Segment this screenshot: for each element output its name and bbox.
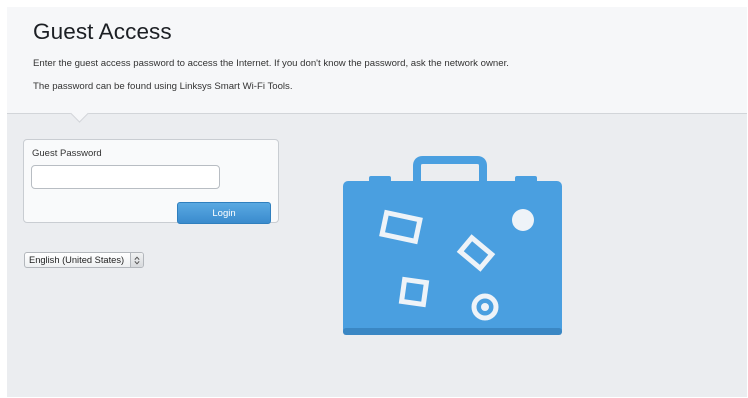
guest-password-label: Guest Password [32, 148, 102, 159]
page-hint: The password can be found using Linksys … [33, 81, 293, 92]
login-button[interactable]: Login [177, 202, 271, 224]
suitcase-icon [343, 152, 565, 347]
page-description: Enter the guest access password to acces… [33, 58, 509, 69]
guest-access-page: Guest Access Enter the guest access pass… [7, 7, 747, 397]
language-select[interactable]: English (United States) [24, 252, 145, 268]
page-header: Guest Access Enter the guest access pass… [7, 7, 747, 114]
page-title: Guest Access [33, 19, 172, 44]
guest-password-input[interactable] [31, 165, 220, 189]
language-selected-value: English (United States) [29, 255, 125, 265]
chevron-up-down-icon [130, 253, 144, 267]
guest-login-panel: Guest Password Login [23, 139, 279, 224]
